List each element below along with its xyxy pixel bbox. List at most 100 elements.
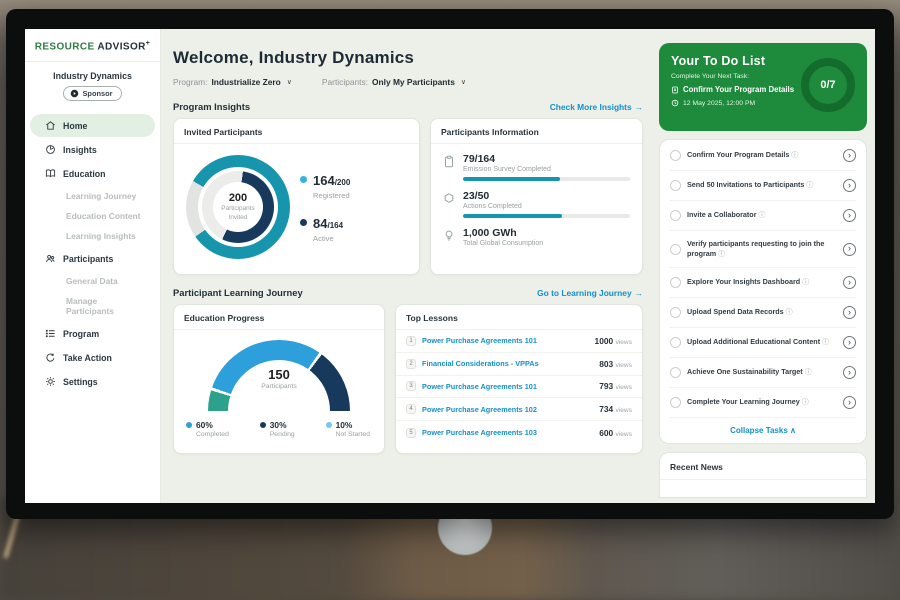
registered-dot [300,176,307,183]
sidebar-item-label: Education Content [66,211,140,221]
logo-resource: RESOURCE [35,41,95,52]
program-insights-section-header: Program Insights Check More Insights→ [173,101,643,112]
info-icon[interactable]: ⓘ [791,152,798,159]
todo-task-row: Confirm Your Program Detailsⓘ › [670,141,856,171]
views-count: 793 [599,381,613,391]
gauge-center-value: 150 [208,367,350,382]
lesson-row: 2 Financial Considerations - VPPAs 803 v… [396,353,642,376]
task-chevron-button[interactable]: › [843,243,856,256]
collapse-tasks-link[interactable]: Collapse Tasks ∧ [670,418,856,439]
sidebar-item-program[interactable]: Program [30,322,155,345]
task-chevron-button[interactable]: › [843,149,856,162]
sidebar-item-participants[interactable]: Participants [30,247,155,270]
info-icon[interactable]: ⓘ [718,251,725,258]
lesson-link[interactable]: Power Purchase Agreements 101 [422,382,593,391]
completed-label: Completed [196,431,229,438]
program-filter-label: Program: [173,77,207,87]
sidebar-item-label: Manage Participants [66,296,114,316]
task-chevron-button[interactable]: › [843,336,856,349]
task-checkbox[interactable] [670,150,681,161]
sidebar-item-take-action[interactable]: Take Action [30,346,155,369]
task-label-text: Upload Spend Data Records [687,307,784,316]
sidebar-item-insights[interactable]: Insights [30,138,155,161]
not-started-dot [326,422,332,428]
task-checkbox[interactable] [670,277,681,288]
lesson-link[interactable]: Power Purchase Agreements 102 [422,405,593,414]
task-chevron-button[interactable]: › [843,306,856,319]
task-label-text: Invite a Collaborator [687,210,757,219]
take-action-icon [45,352,56,363]
lesson-rank-badge: 3 [406,381,416,391]
views-suffix: views [616,407,633,414]
lesson-link[interactable]: Power Purchase Agreements 101 [422,336,589,345]
lesson-link[interactable]: Power Purchase Agreements 103 [422,428,593,437]
go-to-learning-journey-link[interactable]: Go to Learning Journey→ [537,288,643,298]
learning-cards-row: Education Progress 150 Participants 60% … [173,304,643,454]
lesson-row: 5 Power Purchase Agreements 103 600 view… [396,421,642,444]
sidebar-item-home[interactable]: Home [30,114,155,137]
lesson-views: 803 views [599,359,632,369]
next-task-label: Confirm Your Program Details [683,85,794,94]
chevron-down-icon: ∨ [287,78,292,86]
task-chevron-button[interactable]: › [843,209,856,222]
task-chevron-button[interactable]: › [843,179,856,192]
sidebar: RESOURCE ADVISOR+ Industry Dynamics Spon… [25,29,161,503]
info-icon[interactable]: ⓘ [806,182,813,189]
app-logo: RESOURCE ADVISOR+ [25,40,160,62]
todo-task-row: Invite a Collaboratorⓘ › [670,201,856,231]
sidebar-item-learning-insights[interactable]: Learning Insights [30,226,155,246]
check-more-insights-link[interactable]: Check More Insights→ [550,102,643,112]
program-filter[interactable]: Program: Industrialize Zero ∨ [173,77,292,87]
stat-emission-survey: 79/164 Emission Survey Completed [443,153,630,181]
views-count: 803 [599,359,613,369]
info-icon[interactable]: ⓘ [822,339,829,346]
gear-icon [45,376,56,387]
info-icon[interactable]: ⓘ [802,279,809,286]
sidebar-item-label: Insights [63,145,97,155]
sidebar-item-label: General Data [66,276,118,286]
top-lessons-card: Top Lessons 1 Power Purchase Agreements … [395,304,643,454]
task-checkbox[interactable] [670,397,681,408]
content-area: Welcome, Industry Dynamics Program: Indu… [161,29,875,503]
todo-task-row: Send 50 Invitations to Participantsⓘ › [670,171,856,201]
registered-value: 164 [313,173,335,188]
arrow-right-icon: → [635,288,643,298]
sidebar-item-label: Program [63,329,99,339]
info-icon[interactable]: ⓘ [805,369,812,376]
task-checkbox[interactable] [670,367,681,378]
lesson-row: 3 Power Purchase Agreements 101 793 view… [396,376,642,399]
task-chevron-button[interactable]: › [843,396,856,409]
task-checkbox[interactable] [670,210,681,221]
sidebar-item-education[interactable]: Education [30,162,155,185]
task-checkbox[interactable] [670,180,681,191]
logo-plus: + [146,40,151,47]
todo-counter-ring: 0/7 [801,58,855,112]
lesson-rank-badge: 4 [406,404,416,414]
info-icon[interactable]: ⓘ [759,212,766,219]
org-name: Industry Dynamics [29,71,156,81]
info-icon[interactable]: ⓘ [786,309,793,316]
task-chevron-button[interactable]: › [843,366,856,379]
task-chevron-button[interactable]: › [843,276,856,289]
sidebar-item-general-data[interactable]: General Data [30,271,155,291]
pending-dot [260,422,266,428]
not-started-label: Not Started [336,431,370,438]
main-column: Welcome, Industry Dynamics Program: Indu… [161,29,653,503]
sidebar-item-settings[interactable]: Settings [30,370,155,393]
sidebar-item-education-content[interactable]: Education Content [30,206,155,226]
task-checkbox[interactable] [670,307,681,318]
sidebar-item-label: Participants [63,254,113,264]
task-checkbox[interactable] [670,337,681,348]
sidebar-item-manage-participants[interactable]: Manage Participants [30,291,155,321]
section-title: Participant Learning Journey [173,287,303,298]
invited-legend: 164/200 Registered 84/164 Active [300,172,350,243]
participants-filter[interactable]: Participants: Only My Participants ∨ [322,77,466,87]
todo-header-card: Your To Do List Complete Your Next Task:… [659,43,867,131]
task-checkbox[interactable] [670,244,681,255]
chevron-right-icon: › [848,211,851,220]
pending-label: Pending [270,431,295,438]
task-label-text: Complete Your Learning Journey [687,397,800,406]
info-icon[interactable]: ⓘ [802,399,809,406]
lesson-link[interactable]: Financial Considerations - VPPAs [422,359,593,368]
sidebar-item-learning-journey[interactable]: Learning Journey [30,186,155,206]
